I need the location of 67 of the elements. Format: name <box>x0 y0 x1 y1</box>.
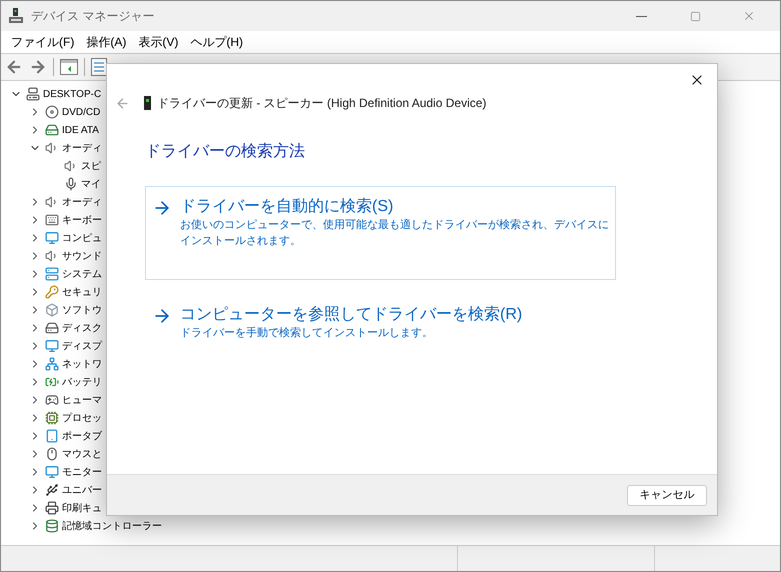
device-icon <box>45 303 59 317</box>
device-icon <box>45 447 59 461</box>
device-icon <box>26 87 40 101</box>
device-icon <box>45 375 59 389</box>
tree-item[interactable]: ユニバー <box>62 482 102 498</box>
tree-item[interactable]: ディスプ <box>62 338 102 354</box>
device-icon <box>45 231 59 245</box>
device-icon <box>45 285 59 299</box>
menu-item[interactable]: 表示(V) <box>132 33 184 51</box>
tree-item[interactable]: ディスク <box>62 320 102 336</box>
tree-item[interactable]: キーボー <box>62 212 102 228</box>
tree-item[interactable]: マウスと <box>62 446 102 462</box>
tree-item[interactable]: モニター <box>62 464 102 480</box>
tree-item[interactable]: バッテリ <box>62 374 102 390</box>
device-icon <box>64 177 78 191</box>
speaker-device-icon <box>144 96 151 110</box>
device-icon <box>45 105 59 119</box>
tree-item[interactable]: ネットワ <box>62 356 102 372</box>
dialog-title: ドライバーの更新 - スピーカー (High Definition Audio Device) <box>157 95 486 112</box>
maximize-icon <box>690 10 700 22</box>
device-icon <box>45 465 59 479</box>
cancel-button[interactable]: キャンセル <box>627 484 707 506</box>
properties-icon[interactable] <box>91 58 107 76</box>
tree-item[interactable]: 印刷キュ <box>62 500 102 516</box>
device-icon <box>45 519 59 533</box>
tree-item[interactable]: IDE ATA <box>62 122 99 138</box>
tree-item[interactable]: ポータブ <box>62 428 102 444</box>
tree-item[interactable]: スピ <box>81 158 101 174</box>
tree-item[interactable]: ソフトウ <box>62 302 102 318</box>
menu-item[interactable]: ヘルプ(H) <box>184 33 249 51</box>
option-description: ドライバーを手動で検索してインストールします。 <box>180 326 434 341</box>
device-icon <box>45 123 59 137</box>
tree-item[interactable]: マイ <box>81 176 101 192</box>
option-description: お使いのコンピューターで、使用可能な最も適したドライバーが検索され、デバイスにインストールされます。 <box>180 218 609 249</box>
device-icon <box>45 429 59 443</box>
window-title: デバイス マネージャー <box>31 8 154 25</box>
back-icon[interactable] <box>5 58 23 76</box>
device-icon <box>45 357 59 371</box>
tree-item[interactable]: DVD/CD <box>62 104 100 120</box>
tree-item[interactable]: コンピュ <box>62 230 102 246</box>
menu-item[interactable]: ファイル(F) <box>5 33 80 51</box>
tree-item[interactable]: オーディ <box>62 194 102 210</box>
device-icon <box>45 339 59 353</box>
option-title: コンピューターを参照してドライバーを検索(R) <box>180 305 522 325</box>
tree-item[interactable]: プロセッ <box>62 410 102 426</box>
tree-item[interactable]: DESKTOP-C <box>43 86 102 102</box>
device-icon <box>45 393 59 407</box>
option-button[interactable]: ドライバーを自動的に検索(S) お使いのコンピューターで、使用可能な最も適したドライバーが検索され、デバイスにインストールされます。 <box>145 186 616 280</box>
tree-item[interactable]: サウンド <box>62 248 102 264</box>
device-icon <box>45 483 59 497</box>
device-icon <box>45 501 59 515</box>
device-icon <box>45 411 59 425</box>
option-title: ドライバーを自動的に検索(S) <box>180 197 394 217</box>
tree-item[interactable]: ヒューマ <box>62 392 102 408</box>
computer-icon <box>9 8 23 24</box>
forward-icon[interactable] <box>29 58 47 76</box>
tree-item[interactable]: オーディ <box>62 140 102 156</box>
window-icon[interactable] <box>60 59 78 75</box>
dialog-heading: ドライバーの検索方法 <box>145 143 305 160</box>
tree-item[interactable]: 記憶域コントローラー <box>62 518 162 534</box>
tree-item[interactable]: セキュリ <box>62 284 102 300</box>
tree-item[interactable]: システム <box>62 266 102 282</box>
device-icon <box>45 267 59 281</box>
menu-item[interactable]: 操作(A) <box>80 33 132 51</box>
device-icon <box>45 321 59 335</box>
option-button[interactable]: コンピューターを参照してドライバーを検索(R) ドライバーを手動で検索してインストールします。 <box>145 294 616 354</box>
device-icon <box>45 213 59 227</box>
